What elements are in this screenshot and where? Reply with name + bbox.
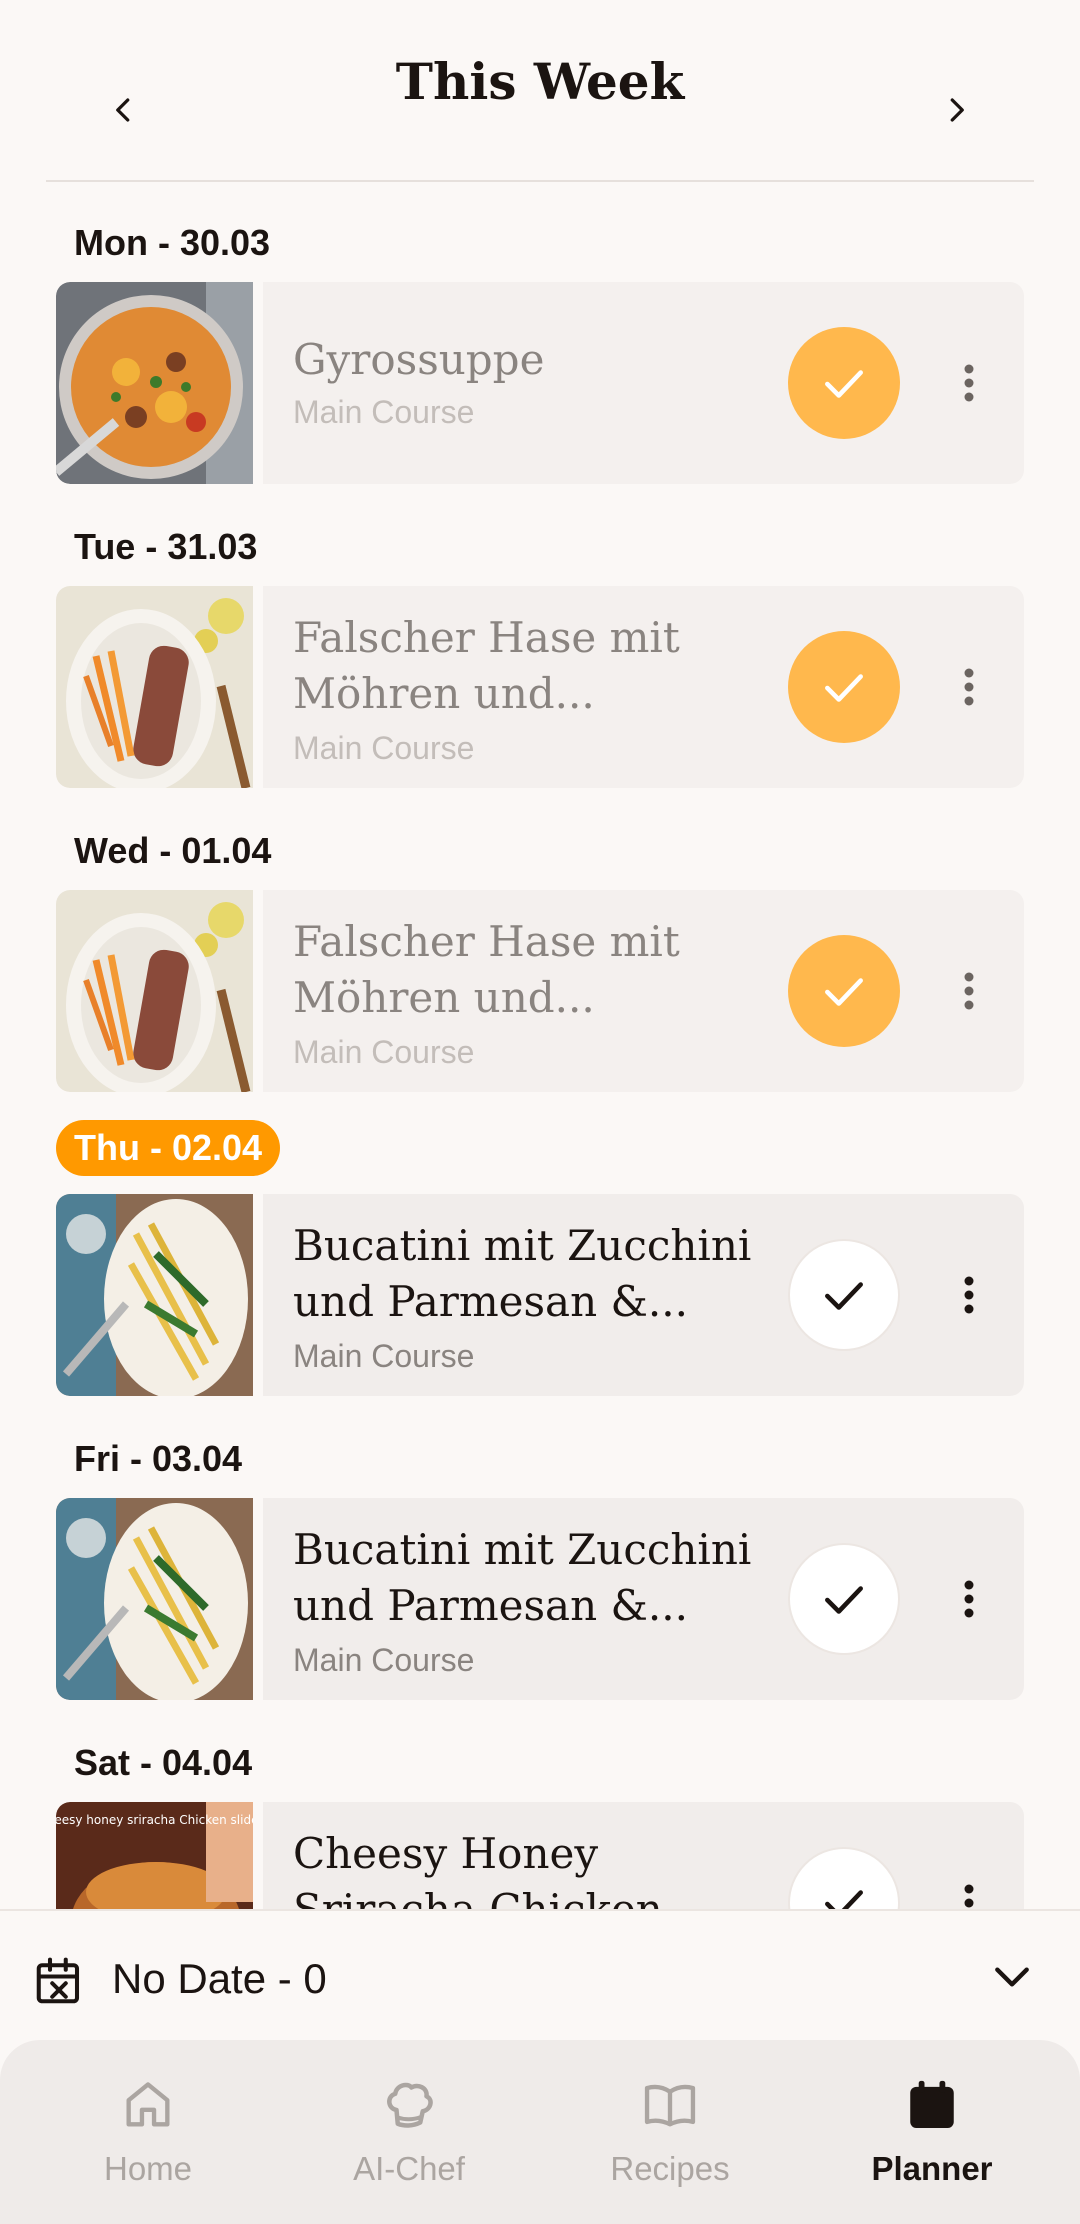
nav-item-recipes[interactable]: Recipes xyxy=(570,2070,770,2200)
meal-title-line-1: Bucatini mit Zucchini xyxy=(293,1221,752,1270)
cooked-toggle-button[interactable] xyxy=(788,935,900,1047)
meal-title-line-2: Möhren und... xyxy=(293,669,595,718)
more-vertical-icon xyxy=(964,668,974,706)
day-label: Tue - 31.03 xyxy=(74,526,258,567)
checkmark-icon xyxy=(825,1586,863,1614)
meal-category: Main Course xyxy=(293,1338,475,1374)
meal-title-line-1: Bucatini mit Zucchini xyxy=(293,1525,752,1574)
day-section-tue: Tue - 31.03 Falscher Hase mit Möhren und… xyxy=(0,486,1080,790)
checkmark-icon xyxy=(825,1890,863,1909)
thumbnail-gap xyxy=(253,1194,263,1396)
day-label: Sat - 04.04 xyxy=(74,1742,253,1783)
more-options-button[interactable] xyxy=(934,956,1004,1026)
more-options-button[interactable] xyxy=(934,1260,1004,1330)
thumbnail-gap xyxy=(253,1802,263,1909)
more-options-button[interactable] xyxy=(934,348,1004,418)
checkmark-icon xyxy=(825,674,863,702)
nav-label: Recipes xyxy=(610,2150,730,2187)
meal-category: Main Course xyxy=(293,394,475,430)
thumbnail-gap xyxy=(253,586,263,788)
more-options-button[interactable] xyxy=(934,1868,1004,1909)
day-section-mon: Mon - 30.03 Gyrossuppe Main Course xyxy=(0,182,1080,486)
meal-thumbnail xyxy=(56,586,253,788)
meal-title-line-1: Falscher Hase mit xyxy=(293,917,680,966)
chevron-down-icon xyxy=(995,1967,1029,1987)
meal-category: Main Course xyxy=(293,730,475,766)
meal-thumbnail xyxy=(56,282,253,484)
checkmark-icon xyxy=(825,370,863,398)
meal-thumbnail xyxy=(56,1498,253,1700)
meal-card[interactable]: Bucatini mit Zucchini und Parmesan &... … xyxy=(56,1498,1024,1700)
meal-card[interactable]: Bucatini mit Zucchini und Parmesan &... … xyxy=(56,1194,1024,1396)
meal-thumbnail xyxy=(56,890,253,1092)
meal-title-line-2: und Parmesan &... xyxy=(293,1581,688,1630)
no-date-label: No Date - 0 xyxy=(112,1955,327,2002)
no-date-expander[interactable]: No Date - 0 xyxy=(0,1909,1080,2041)
more-vertical-icon xyxy=(964,1884,974,1908)
meal-card[interactable]: Falscher Hase mit Möhren und... Main Cou… xyxy=(56,890,1024,1092)
day-label: Mon - 30.03 xyxy=(74,222,271,263)
top-bar: This Week xyxy=(0,0,1080,182)
more-options-button[interactable] xyxy=(934,652,1004,722)
more-vertical-icon xyxy=(964,972,974,1010)
chevron-right-icon xyxy=(950,98,964,122)
day-section-sat: Sat - 04.04 Cheesy honey sriracha Chicke… xyxy=(0,1702,1080,1909)
cooked-toggle-button[interactable] xyxy=(788,1239,900,1351)
meal-title-line-2: Sriracha Chicken xyxy=(293,1882,793,1909)
page-title: This Week xyxy=(395,52,685,111)
day-section-thu: Thu - 02.04 Bucatini mit Zucchini und Pa… xyxy=(0,1094,1080,1398)
meal-card[interactable]: Gyrossuppe Main Course xyxy=(56,282,1024,484)
meal-thumbnail: Cheesy honey sriracha Chicken sliders xyxy=(56,1802,253,1909)
home-icon xyxy=(126,2082,170,2127)
book-icon xyxy=(644,2084,696,2127)
calendar-off-icon xyxy=(36,1957,80,2004)
day-section-fri: Fri - 03.04 Bucatini mit Zucchini und Pa… xyxy=(0,1398,1080,1702)
nav-item-home[interactable]: Home xyxy=(48,2070,248,2200)
day-label: Fri - 03.04 xyxy=(74,1438,243,1479)
meal-title-line-2: Möhren und... xyxy=(293,973,595,1022)
meal-thumbnail xyxy=(56,1194,253,1396)
more-vertical-icon xyxy=(964,1276,974,1314)
more-vertical-icon xyxy=(964,1580,974,1618)
meal-category: Main Course xyxy=(293,1034,475,1070)
nav-label: Planner xyxy=(871,2150,993,2187)
day-section-wed: Wed - 01.04 Falscher Hase mit Möhren und… xyxy=(0,790,1080,1094)
nav-item-ai-chef[interactable]: AI-Chef xyxy=(309,2070,509,2200)
meal-title-line-1: Falscher Hase mit xyxy=(293,613,680,662)
meal-title: Gyrossuppe xyxy=(293,335,545,384)
cooked-toggle-button[interactable] xyxy=(788,1847,900,1909)
today-day-label: Thu - 02.04 xyxy=(56,1120,281,1176)
checkmark-icon xyxy=(825,1282,863,1310)
cooked-toggle-button[interactable] xyxy=(788,327,900,439)
meal-title-line-2: und Parmesan &... xyxy=(293,1277,688,1326)
cooked-toggle-button[interactable] xyxy=(788,1543,900,1655)
meal-title-line-1: Cheesy Honey xyxy=(293,1829,599,1878)
nav-label: AI-Chef xyxy=(353,2150,465,2187)
chef-hat-icon xyxy=(387,2082,433,2128)
meal-card[interactable]: Falscher Hase mit Möhren und... Main Cou… xyxy=(56,586,1024,788)
thumbnail-gap xyxy=(253,890,263,1092)
thumbnail-overlay-text: Cheesy honey sriracha Chicken sliders xyxy=(56,1813,253,1827)
calendar-icon xyxy=(910,2080,954,2128)
day-label: Wed - 01.04 xyxy=(74,830,272,871)
nav-item-planner[interactable]: Planner xyxy=(832,2070,1032,2200)
more-vertical-icon xyxy=(964,364,974,402)
cooked-toggle-button[interactable] xyxy=(788,631,900,743)
more-options-button[interactable] xyxy=(934,1564,1004,1634)
next-week-button[interactable] xyxy=(926,80,986,140)
thumbnail-gap xyxy=(253,282,263,484)
checkmark-icon xyxy=(825,978,863,1006)
thumbnail-gap xyxy=(253,1498,263,1700)
nav-label: Home xyxy=(103,2150,193,2187)
meal-card[interactable]: Cheesy honey sriracha Chicken sliders Ch… xyxy=(56,1802,1024,1909)
meal-category: Main Course xyxy=(293,1642,475,1678)
bottom-navigation: Home AI-Chef Recipes Planner xyxy=(0,2040,1080,2224)
week-day-list[interactable]: Mon - 30.03 Gyrossuppe Main Course Tue -… xyxy=(0,182,1080,1909)
